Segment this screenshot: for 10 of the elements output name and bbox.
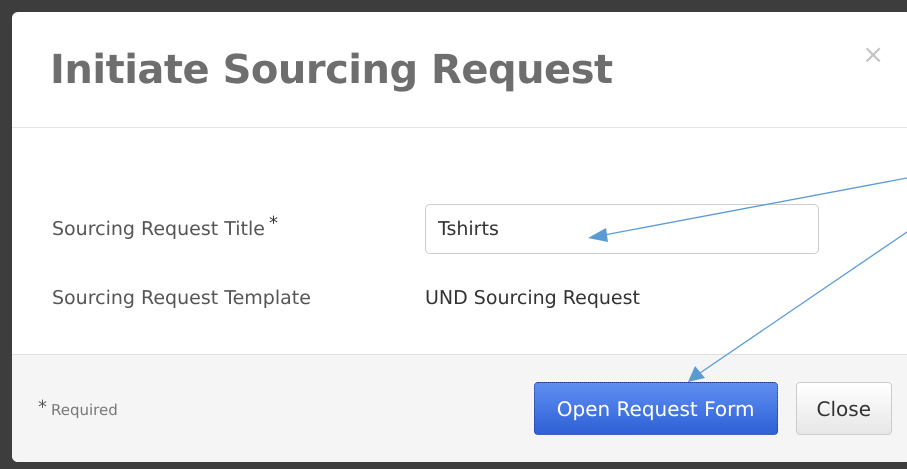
required-note: Required: [51, 400, 118, 422]
field-value: UND Sourcing Request: [425, 286, 640, 311]
required-mark: *: [268, 214, 278, 233]
field-label: Sourcing Request Template: [52, 286, 311, 311]
required-mark: *: [38, 399, 47, 418]
open-form-button[interactable]: Open Request Form: [534, 382, 778, 435]
dialog-title: Initiate Sourcing Request: [50, 46, 613, 94]
close-button[interactable]: Close: [796, 382, 892, 435]
field-label: Sourcing Request Title: [52, 216, 265, 242]
title-input-field[interactable]: Tshirts: [425, 204, 819, 254]
